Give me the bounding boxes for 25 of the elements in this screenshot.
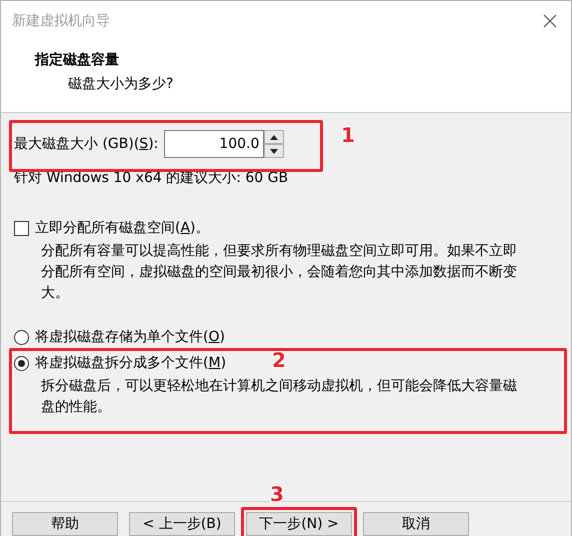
radio-label[interactable]: 将虚拟磁盘存储为单个文件(O) bbox=[35, 328, 225, 346]
window-title: 新建虚拟机向导 bbox=[12, 12, 110, 30]
disk-size-field[interactable]: 100.0 bbox=[164, 130, 264, 158]
description-text: 拆分磁盘后，可以更轻松地在计算机之间移动虚拟机，但可能会降低大容量磁盘的性能。 bbox=[41, 377, 518, 417]
spin-up-button[interactable] bbox=[264, 130, 284, 144]
down-arrow-icon bbox=[270, 148, 278, 154]
annotation-number: 3 bbox=[270, 482, 284, 506]
wizard-button[interactable]: 下一步(N) > bbox=[246, 512, 352, 536]
page-subtitle: 磁盘大小为多少? bbox=[68, 75, 174, 93]
checkbox[interactable] bbox=[14, 220, 29, 236]
up-arrow-icon bbox=[270, 134, 278, 140]
spin-down-button[interactable] bbox=[264, 144, 284, 158]
radio-button[interactable] bbox=[14, 330, 29, 344]
annotation-number: 1 bbox=[341, 123, 355, 147]
wizard-button[interactable]: 帮助 bbox=[12, 512, 118, 536]
radio-button[interactable] bbox=[14, 356, 29, 370]
disk-size-label[interactable]: 最大磁盘大小 (GB)(S): bbox=[14, 135, 158, 153]
wizard-button[interactable]: 取消 bbox=[363, 512, 469, 536]
close-icon[interactable] bbox=[543, 14, 557, 28]
wizard-button[interactable]: < 上一步(B) bbox=[129, 512, 235, 536]
checkbox-label[interactable]: 立即分配所有磁盘空间(A)。 bbox=[35, 219, 210, 237]
page-heading: 指定磁盘容量 bbox=[35, 51, 120, 69]
description-text: 分配所有容量可以提高性能，但要求所有物理磁盘空间立即可用。如果不立即分配所有空间，虚拟磁盘的空间最初很小，会随着您向其中添加数据而不断变大。 bbox=[41, 242, 518, 303]
radio-label[interactable]: 将虚拟磁盘拆分成多个文件(M) bbox=[35, 354, 226, 372]
annotation-number: 2 bbox=[272, 348, 286, 372]
